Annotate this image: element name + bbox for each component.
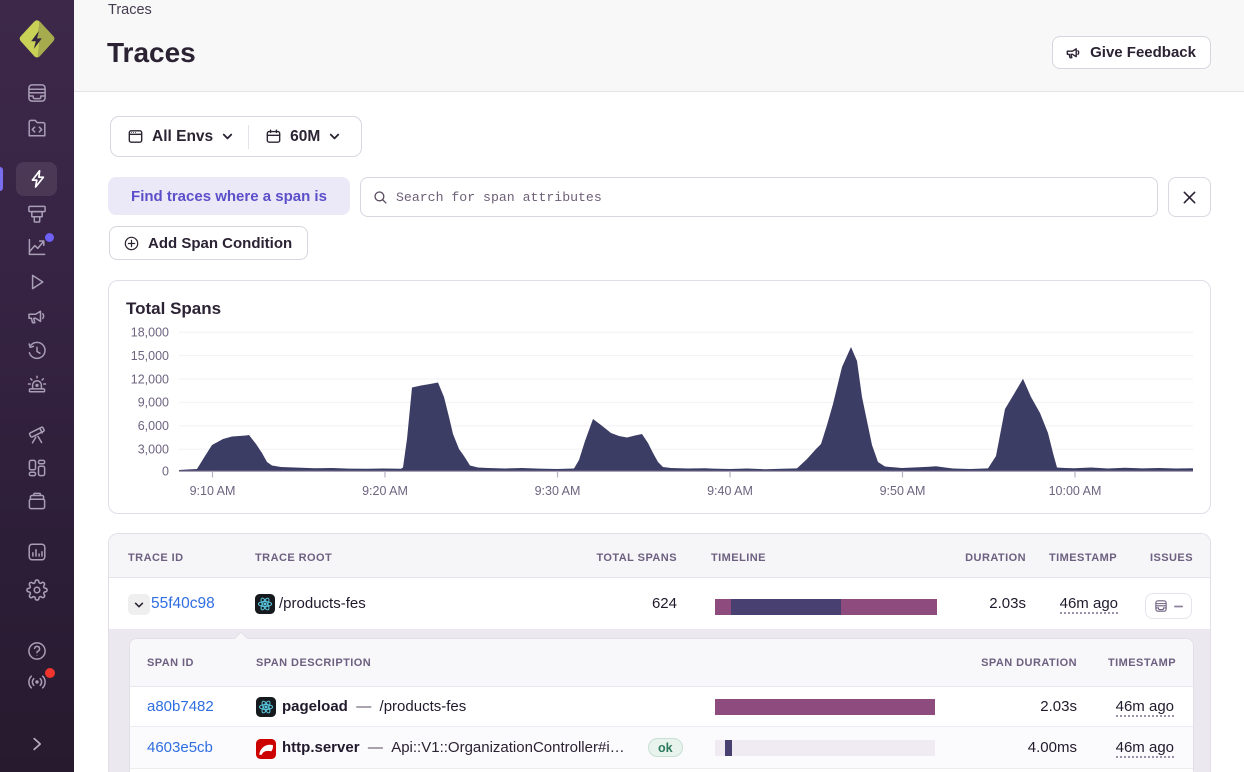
svg-text:9:20 AM: 9:20 AM [362,484,408,498]
svg-text:9:40 AM: 9:40 AM [707,484,753,498]
svg-text:9:30 AM: 9:30 AM [535,484,581,498]
svg-text:9:50 AM: 9:50 AM [880,484,926,498]
svg-text:9:10 AM: 9:10 AM [190,484,236,498]
svg-text:6,000: 6,000 [138,419,169,433]
svg-text:10:00 AM: 10:00 AM [1049,484,1102,498]
svg-text:12,000: 12,000 [131,372,169,386]
svg-text:18,000: 18,000 [131,326,169,340]
svg-text:0: 0 [162,464,169,478]
svg-text:15,000: 15,000 [131,349,169,363]
svg-text:9,000: 9,000 [138,396,169,410]
svg-text:3,000: 3,000 [138,443,169,457]
